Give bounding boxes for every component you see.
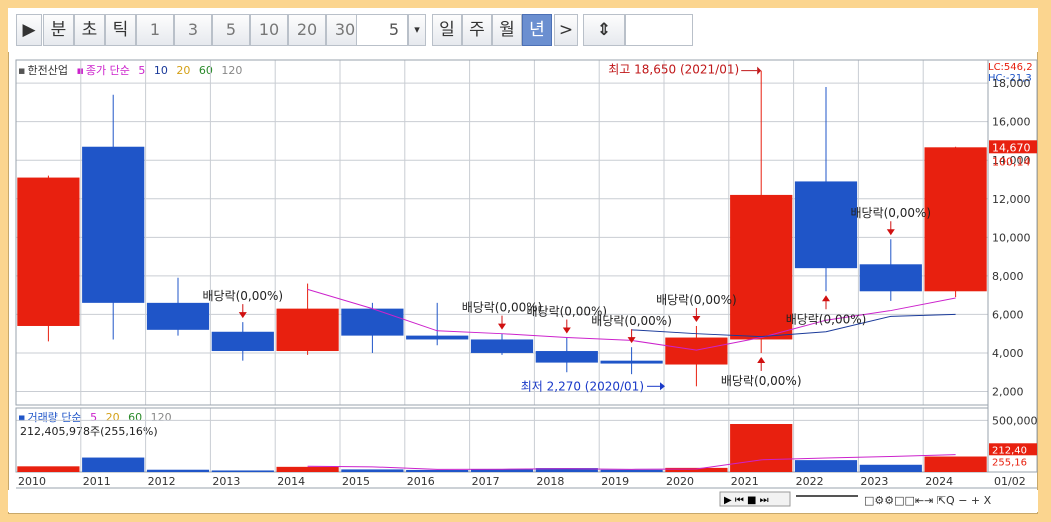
volume-bar xyxy=(82,457,145,472)
x-tick-label: 2012 xyxy=(148,475,176,488)
x-tick-label: 2011 xyxy=(83,475,111,488)
volume-bar xyxy=(406,469,469,472)
volume-bar xyxy=(600,469,663,472)
x-tick-label: 2013 xyxy=(212,475,240,488)
candle-body xyxy=(924,147,987,292)
volume-bar xyxy=(211,470,274,472)
candle-body xyxy=(730,194,793,340)
tool-icons: □⚙⚙□□⇤⇥ ⇱Q − + X xyxy=(864,494,992,507)
high-arrow-head xyxy=(757,66,762,75)
y-tick-label: 4,000 xyxy=(992,347,1024,360)
candle-body xyxy=(859,264,922,292)
x-tick-label: 2024 xyxy=(925,475,953,488)
volume-bar xyxy=(794,460,858,472)
candle-body xyxy=(535,351,598,363)
x-tick-label: 2014 xyxy=(277,475,305,488)
current-ma-label: 100,14 xyxy=(992,155,1031,168)
dividend-arrow-head xyxy=(498,323,506,330)
dividend-arrow-head xyxy=(562,327,571,334)
y-tick-label: 6,000 xyxy=(992,308,1024,321)
x-tick-label: 2019 xyxy=(601,475,629,488)
x-tick-label: 2015 xyxy=(342,475,370,488)
x-tick-label: 2018 xyxy=(536,475,564,488)
y-tick-label: 10,000 xyxy=(992,231,1031,244)
dividend-label: 배당락(0,00%) xyxy=(656,293,737,307)
x-tick-label: 2021 xyxy=(731,475,759,488)
y-tick-label: 16,000 xyxy=(992,116,1031,129)
candle-body xyxy=(665,337,728,365)
current-volume-ma-label: 255,16 xyxy=(992,457,1027,468)
x-tick-label: 2022 xyxy=(796,475,824,488)
y-tick-label: 8,000 xyxy=(992,270,1024,283)
volume-bar xyxy=(341,469,404,472)
candle-body xyxy=(211,331,274,352)
current-price-label: 14,670 xyxy=(992,141,1031,154)
volume-bar xyxy=(276,466,339,472)
volume-bar xyxy=(470,469,534,472)
volume-bar xyxy=(730,424,793,472)
dividend-arrow-head xyxy=(692,315,701,322)
dividend-label: 배당락(0,00%) xyxy=(591,314,672,328)
dividend-arrow-head xyxy=(238,312,247,319)
volume-y-tick-label: 500,000 xyxy=(992,414,1038,427)
y-tick-label: 2,000 xyxy=(992,386,1024,399)
candle-body xyxy=(276,308,339,352)
y-tick-label: 12,000 xyxy=(992,193,1031,206)
dividend-arrow-head xyxy=(886,229,895,236)
scroll-buttons-icon: ▶ ⏮ ■ ⏭ xyxy=(724,495,769,506)
volume-bar xyxy=(924,456,987,472)
volume-bar xyxy=(859,464,922,472)
price-chart[interactable]: 2,0004,0006,0008,00010,00012,00014,00016… xyxy=(0,0,1051,522)
dividend-label: 배당락(0,00%) xyxy=(850,206,931,220)
dividend-label: 배당락(0,00%) xyxy=(202,289,283,303)
x-tick-label: 2010 xyxy=(18,475,46,488)
candle-body xyxy=(341,308,404,336)
dividend-label: 배당락(0,00%) xyxy=(721,374,802,388)
volume-bar xyxy=(17,466,80,472)
candle-body xyxy=(146,302,210,330)
low-annotation: 최저 2,270 (2020/01) xyxy=(521,379,644,393)
volume-bar xyxy=(665,467,728,472)
x-tick-label: 2023 xyxy=(860,475,888,488)
candle-body xyxy=(600,360,663,364)
candle-body xyxy=(17,177,80,326)
x-tick-label: 2017 xyxy=(472,475,500,488)
x-tick-label-extra: 01/02 xyxy=(994,475,1026,488)
volume-bar xyxy=(146,469,210,472)
x-tick-label: 2016 xyxy=(407,475,435,488)
candle-body xyxy=(470,339,534,353)
dividend-label: 배당락(0,00%) xyxy=(786,312,867,326)
candle-body xyxy=(794,181,858,269)
y-tick-label: 18,000 xyxy=(992,77,1031,90)
candle-body xyxy=(82,146,145,303)
x-tick-label: 2020 xyxy=(666,475,694,488)
candle-body xyxy=(406,335,469,340)
high-annotation: 최고 18,650 (2021/01) xyxy=(608,63,739,77)
current-volume-label: 212,40 xyxy=(992,445,1027,456)
